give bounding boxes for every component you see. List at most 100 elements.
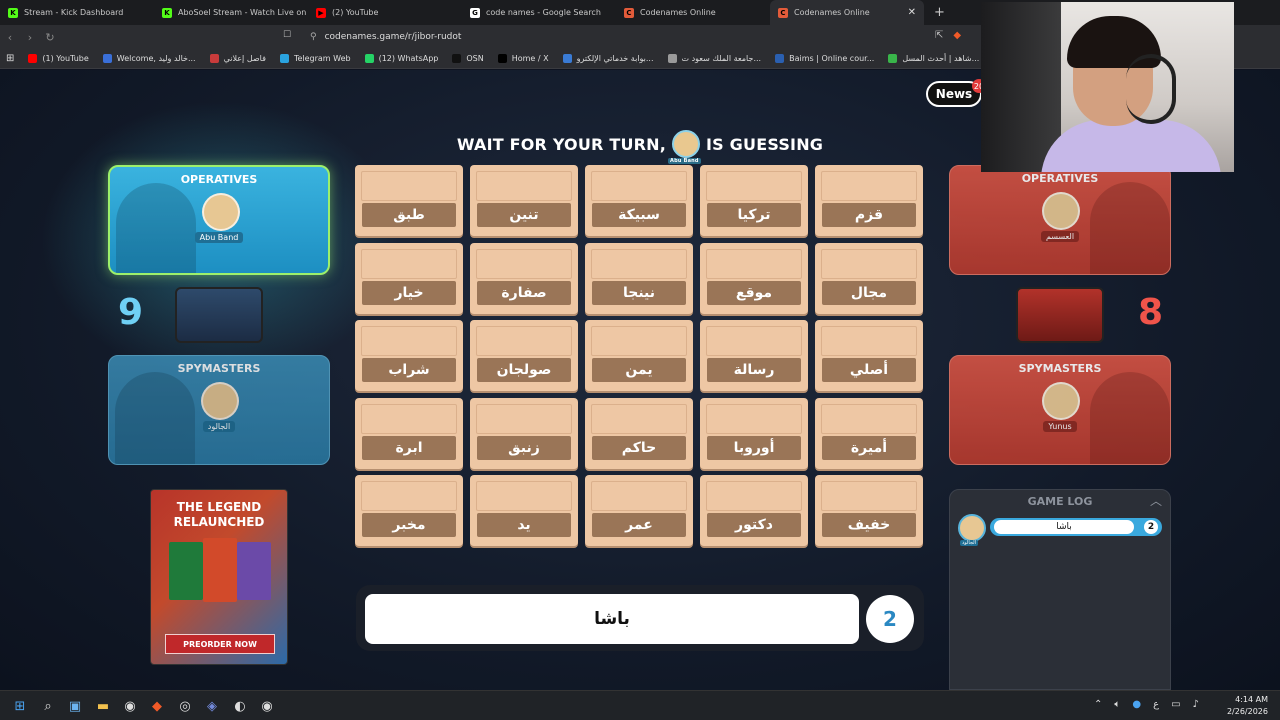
word-card[interactable]: تركيا xyxy=(700,165,808,236)
volume-icon[interactable]: 🔈︎ xyxy=(1114,699,1120,710)
bookmark-item[interactable]: Telegram Web xyxy=(279,54,351,63)
word-card[interactable]: شراب xyxy=(355,320,463,391)
file-explorer-icon[interactable]: ▬ xyxy=(94,697,112,715)
word-card[interactable]: أميرة xyxy=(815,397,923,469)
card-face xyxy=(476,326,572,356)
word-card[interactable]: قزم xyxy=(815,165,923,236)
blue-spymasters-panel[interactable]: SPYMASTERS الجالود xyxy=(108,355,330,465)
log-entry-word: باشا xyxy=(994,520,1134,534)
back-icon[interactable]: ‹ xyxy=(0,31,20,44)
language-indicator[interactable]: ع xyxy=(1153,699,1159,710)
red-spymasters-panel[interactable]: SPYMASTERS Yunus xyxy=(949,355,1171,465)
new-tab-icon[interactable]: + xyxy=(934,5,945,20)
bookmark-item[interactable]: (1) YouTube xyxy=(28,54,89,63)
panel-title: OPERATIVES xyxy=(1021,172,1099,185)
product-box-purple xyxy=(237,542,271,600)
windows-start-icon[interactable]: ⊞ xyxy=(11,697,29,715)
browser-tab[interactable]: K AboSoel Stream - Watch Live on Kick xyxy=(154,0,308,25)
word-card[interactable]: تنين xyxy=(470,165,578,236)
close-tab-icon[interactable]: ✕ xyxy=(908,7,916,18)
log-player-avatar: الجالود xyxy=(958,514,986,546)
promo-ad[interactable]: THE LEGEND RELAUNCHED PREORDER NOW xyxy=(150,489,288,665)
card-word: حاكم xyxy=(592,435,686,460)
bookmark-favicon-icon xyxy=(562,54,572,63)
word-card[interactable]: يد xyxy=(470,475,578,546)
browser-tab[interactable]: C Codenames Online xyxy=(616,0,770,25)
steam-alt-icon[interactable]: ◉ xyxy=(258,697,276,715)
word-card[interactable]: صولجان xyxy=(470,320,578,391)
brave-browser-icon[interactable]: ◆ xyxy=(148,697,166,715)
blue-operatives-panel[interactable]: OPERATIVES Abu Band xyxy=(108,165,330,275)
browser-tab[interactable]: ▶ (2) YouTube xyxy=(308,0,462,25)
word-card[interactable]: خيار xyxy=(355,242,463,314)
clock-time: 4:14 AM xyxy=(1235,695,1268,704)
bookmark-item[interactable]: فاصل إعلاني xyxy=(209,54,266,63)
card-face xyxy=(476,403,572,434)
word-card[interactable]: رسالة xyxy=(700,320,808,391)
bookmark-star-icon[interactable]: ☐ xyxy=(283,30,291,40)
red-operatives-panel[interactable]: OPERATIVES العسسم xyxy=(949,165,1171,275)
speaker-icon[interactable]: ♪ xyxy=(1193,699,1199,710)
bookmark-item[interactable]: OSN xyxy=(452,54,484,63)
tray-chevron-icon[interactable]: ⌃ xyxy=(1094,699,1102,710)
word-card[interactable]: أصلي xyxy=(815,320,923,391)
word-card[interactable]: ابرة xyxy=(355,397,463,469)
app-icon[interactable]: ◐ xyxy=(231,697,249,715)
browser-tab[interactable]: C Codenames Online ✕ xyxy=(770,0,924,25)
share-icon[interactable]: ⇱ xyxy=(935,30,943,41)
bookmark-item[interactable]: شاهد | أحدث المسل... xyxy=(888,54,979,63)
system-clock[interactable]: 4:14 AM 2/26/2026 xyxy=(1212,694,1268,718)
card-word: عمر xyxy=(592,513,686,537)
word-card[interactable]: مجال xyxy=(815,242,923,314)
reload-icon[interactable]: ↻ xyxy=(40,31,60,44)
card-word: خيار xyxy=(362,280,456,305)
product-box-green xyxy=(169,542,203,600)
steam-icon[interactable]: ◉ xyxy=(121,697,139,715)
word-card[interactable]: موقع xyxy=(700,242,808,314)
word-card[interactable]: حاكم xyxy=(585,397,693,469)
word-card[interactable]: سبيكة xyxy=(585,165,693,236)
network-icon[interactable]: ▭ xyxy=(1171,699,1180,710)
word-card[interactable]: مخبر xyxy=(355,475,463,546)
forward-icon[interactable]: › xyxy=(20,31,40,44)
browser-tab[interactable]: Gcode names - Google Search xyxy=(462,0,616,25)
clue-number: 2 xyxy=(866,595,914,643)
card-word: تنين xyxy=(477,203,571,227)
url-field[interactable]: ⚲ codenames.game/r/jibor-rudot xyxy=(300,29,970,45)
bookmark-item[interactable]: جامعة الملك سعود ت... xyxy=(667,54,761,63)
word-card[interactable]: صفارة xyxy=(470,242,578,314)
card-word: يمن xyxy=(592,358,686,382)
site-info-icon[interactable]: ⚲ xyxy=(310,32,317,42)
word-card[interactable]: دكتور xyxy=(700,475,808,546)
word-card[interactable]: طبق xyxy=(355,165,463,236)
word-card[interactable]: أوروبا xyxy=(700,397,808,469)
tab-label: Codenames Online xyxy=(640,8,716,17)
word-card[interactable]: نينجا xyxy=(585,242,693,314)
collapse-chevron-icon[interactable]: ︿ xyxy=(1150,492,1162,509)
word-card[interactable]: عمر xyxy=(585,475,693,546)
browser-tab[interactable]: K Stream - Kick Dashboard xyxy=(0,0,154,25)
card-face xyxy=(821,481,917,511)
player-name: Yunus xyxy=(1043,421,1077,432)
microphone-icon[interactable]: ● xyxy=(1132,699,1141,710)
bookmark-item[interactable]: Welcome, خالد وليد... xyxy=(102,54,196,63)
webcam-background xyxy=(981,2,1061,172)
card-face xyxy=(591,248,687,279)
bookmark-item[interactable]: Home / X xyxy=(497,54,549,63)
word-card[interactable]: خفيف xyxy=(815,475,923,546)
gallery-icon[interactable]: ▣ xyxy=(66,697,84,715)
clue-word: باشا xyxy=(365,594,859,644)
bookmark-item[interactable]: Baims | Online cour... xyxy=(775,54,874,63)
word-card[interactable]: زنبق xyxy=(470,397,578,469)
discord-icon[interactable]: ◈ xyxy=(203,697,221,715)
preorder-button[interactable]: PREORDER NOW xyxy=(165,634,275,654)
bookmark-favicon-icon xyxy=(667,54,677,63)
apps-grid-icon[interactable]: ⊞ xyxy=(6,53,14,64)
brave-shield-icon[interactable]: ◆ xyxy=(953,30,961,41)
bookmark-item[interactable]: بوابة خدماتي الإلكترو... xyxy=(562,54,654,63)
search-icon[interactable]: ⌕ xyxy=(39,697,57,715)
bookmark-item[interactable]: (12) WhatsApp xyxy=(364,54,438,63)
obs-icon[interactable]: ◎ xyxy=(176,697,194,715)
word-card[interactable]: يمن xyxy=(585,320,693,391)
bookmark-favicon-icon xyxy=(497,54,507,63)
